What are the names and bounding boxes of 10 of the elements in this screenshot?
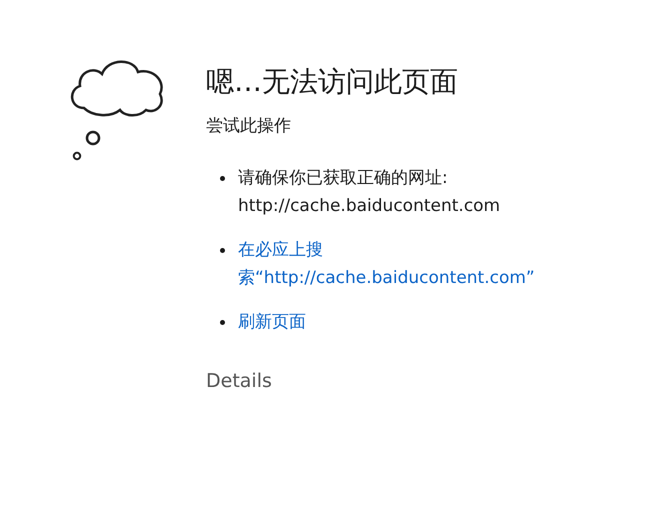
details-button[interactable]: Details	[206, 370, 272, 392]
bullet-icon	[220, 248, 225, 252]
suggestion-link[interactable]: 在必应上搜索“http://cache.baiducontent.com”	[238, 236, 556, 292]
page-title: 嗯…无法访问此页面	[206, 64, 459, 100]
url-text: http://cache.baiducontent.com	[238, 195, 500, 218]
suggestion-link[interactable]: 刷新页面	[238, 308, 556, 336]
suggestion-text: 请确保你已获取正确的网址:	[238, 167, 448, 190]
suggestion-heading: 尝试此操作	[206, 115, 292, 138]
bullet-icon	[220, 320, 225, 324]
bullet-icon	[220, 176, 225, 180]
